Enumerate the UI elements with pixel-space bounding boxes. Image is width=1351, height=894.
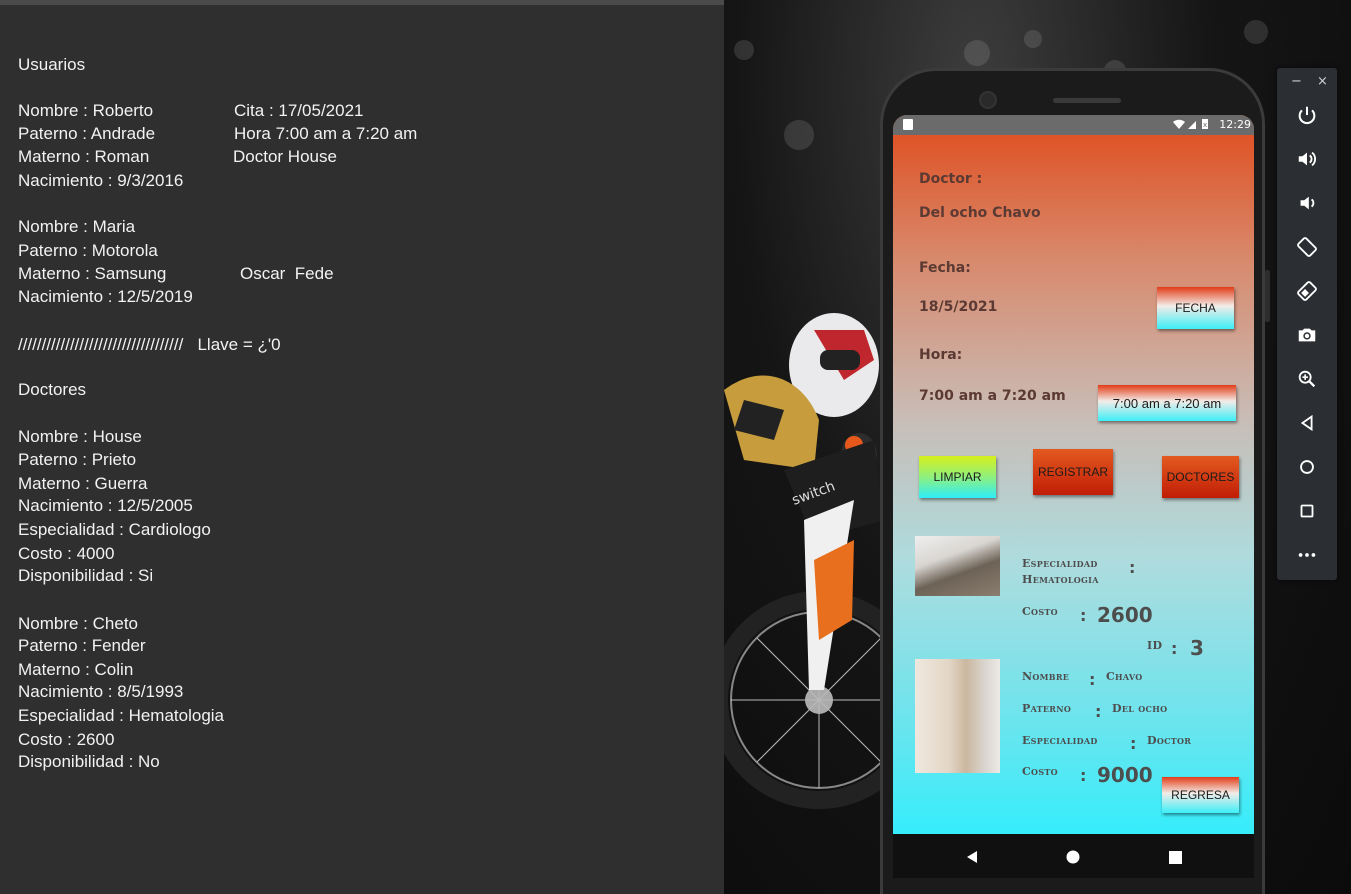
nav-home-icon[interactable] [1064,848,1082,866]
card-1-especialidad-label: Especialidad [1022,557,1098,570]
front-camera-icon [979,91,997,109]
user-1-nacimiento: Nacimiento : 9/3/2016 [18,171,184,190]
card-2-paterno-colon: : [1095,702,1102,721]
card-1-id-colon: : [1171,639,1178,658]
heading-users: Usuarios [18,55,86,74]
phone-side-button[interactable] [1265,270,1270,322]
regresa-button[interactable]: REGRESA [1162,777,1239,813]
status-time: 12:29 [1219,118,1251,131]
volume-down-icon[interactable] [1292,188,1322,218]
zoom-icon[interactable] [1292,364,1322,394]
volume-up-icon[interactable] [1292,144,1322,174]
card-1-id-label: ID [1147,639,1163,652]
user-2-nacimiento: Nacimiento : 12/5/2019 [18,287,193,306]
nav-back-icon[interactable] [963,848,981,866]
speaker-grille [1053,98,1121,103]
overview-icon[interactable] [1292,496,1322,526]
user-2-extra: Oscar Fede [240,264,334,283]
doctor-1-paterno: Paterno : Prieto [18,450,137,469]
doctor-2-nacimiento: Nacimiento : 8/5/1993 [18,682,184,701]
close-button[interactable]: × [1317,74,1328,89]
user-2-nombre: Nombre : Maria [18,217,136,236]
doctor-2-costo: Costo : 2600 [18,730,115,749]
android-nav-bar [893,834,1254,878]
doctor-2-paterno: Paterno : Fender [18,636,146,655]
doctor-2-nombre: Nombre : Cheto [18,614,138,633]
doctor-2-especialidad: Especialidad : Hematologia [18,706,225,725]
card-2-nombre-colon: : [1089,670,1096,689]
card-2-paterno-label: Paterno [1022,702,1072,715]
signal-icons: x [1172,118,1212,133]
doctores-button[interactable]: DOCTORES [1162,456,1239,498]
svg-text:x: x [1203,121,1208,129]
doctor-2-materno: Materno : Colin [18,660,134,679]
card-1-costo-colon: : [1080,606,1087,625]
fecha-label: Fecha: [919,260,971,276]
user-1-doctor: Doctor House [233,147,337,166]
fecha-button[interactable]: FECHA [1157,287,1234,329]
doctor-1-nombre: Nombre : House [18,427,142,446]
card-2-costo-value: 9000 [1097,763,1153,787]
doctor-card-2-photo [915,659,1000,773]
user-1-cita: Cita : 17/05/2021 [234,101,364,120]
emulator-toolbar: − × [1277,68,1337,580]
doctor-value: Del ocho Chavo [919,205,1041,221]
fecha-value: 18/5/2021 [919,299,998,315]
card-2-nombre-value: Chavo [1106,670,1143,683]
notes-editor[interactable]: Usuarios Nombre : Roberto Cita : 17/05/2… [0,0,724,894]
card-2-paterno-value: Del ocho [1112,702,1168,715]
card-1-id-value: 3 [1190,636,1204,660]
card-2-costo-label: Costo [1022,765,1058,778]
user-1-hora: Hora 7:00 am a 7:20 am [234,124,418,143]
card-2-nombre-label: Nombre [1022,670,1070,683]
minimize-button[interactable]: − [1291,74,1302,89]
card-1-costo-value: 2600 [1097,603,1153,627]
card-2-especialidad-value: Doctor [1147,734,1192,747]
more-icon[interactable] [1292,540,1322,570]
limpiar-button[interactable]: LIMPIAR [919,456,996,498]
hora-label: Hora: [919,347,963,363]
camera-icon[interactable] [1292,320,1322,350]
hora-value: 7:00 am a 7:20 am [919,388,1066,404]
card-2-especialidad-colon: : [1130,734,1137,753]
card-1-especialidad-colon: : [1129,558,1136,577]
card-1-especialidad-value: Hematologia [1022,573,1099,586]
rotate-right-icon[interactable] [1292,276,1322,306]
card-2-costo-colon: : [1080,766,1087,785]
card-2-especialidad-label: Especialidad [1022,734,1098,747]
doctor-1-disponibilidad: Disponibilidad : Si [18,566,154,585]
doctor-2-disponibilidad: Disponibilidad : No [18,752,160,771]
doctor-label: Doctor : [919,171,983,187]
doctor-1-nacimiento: Nacimiento : 12/5/2005 [18,496,193,515]
doctor-1-especialidad: Especialidad : Cardiologo [18,520,211,539]
doctor-1-materno: Materno : Guerra [18,474,148,493]
user-1-nombre: Nombre : Roberto [18,101,154,120]
doctor-card-1-photo [915,536,1000,596]
phone-screen: x 12:29 Doctor : Del ocho Chavo Fecha: 1… [893,115,1254,834]
heading-doctors: Doctores [18,380,87,399]
registrar-button[interactable]: REGISTRAR [1033,449,1113,495]
user-1-paterno: Paterno : Andrade [18,124,156,143]
card-1-costo-label: Costo [1022,605,1058,618]
separator-line: /////////////////////////////////// Llav… [18,335,281,354]
user-1-materno: Materno : Roman [18,147,150,166]
doctor-1-costo: Costo : 4000 [18,544,115,563]
rotate-left-icon[interactable] [1292,232,1322,262]
nav-overview-icon[interactable] [1166,848,1184,866]
user-2-materno: Materno : Samsung [18,264,167,283]
back-icon[interactable] [1292,408,1322,438]
power-icon[interactable] [1292,100,1322,130]
home-icon[interactable] [1292,452,1322,482]
status-bar: x 12:29 [893,115,1254,135]
user-2-paterno: Paterno : Motorola [18,241,158,260]
sd-card-icon [903,119,913,130]
hora-button[interactable]: 7:00 am a 7:20 am [1098,385,1236,421]
